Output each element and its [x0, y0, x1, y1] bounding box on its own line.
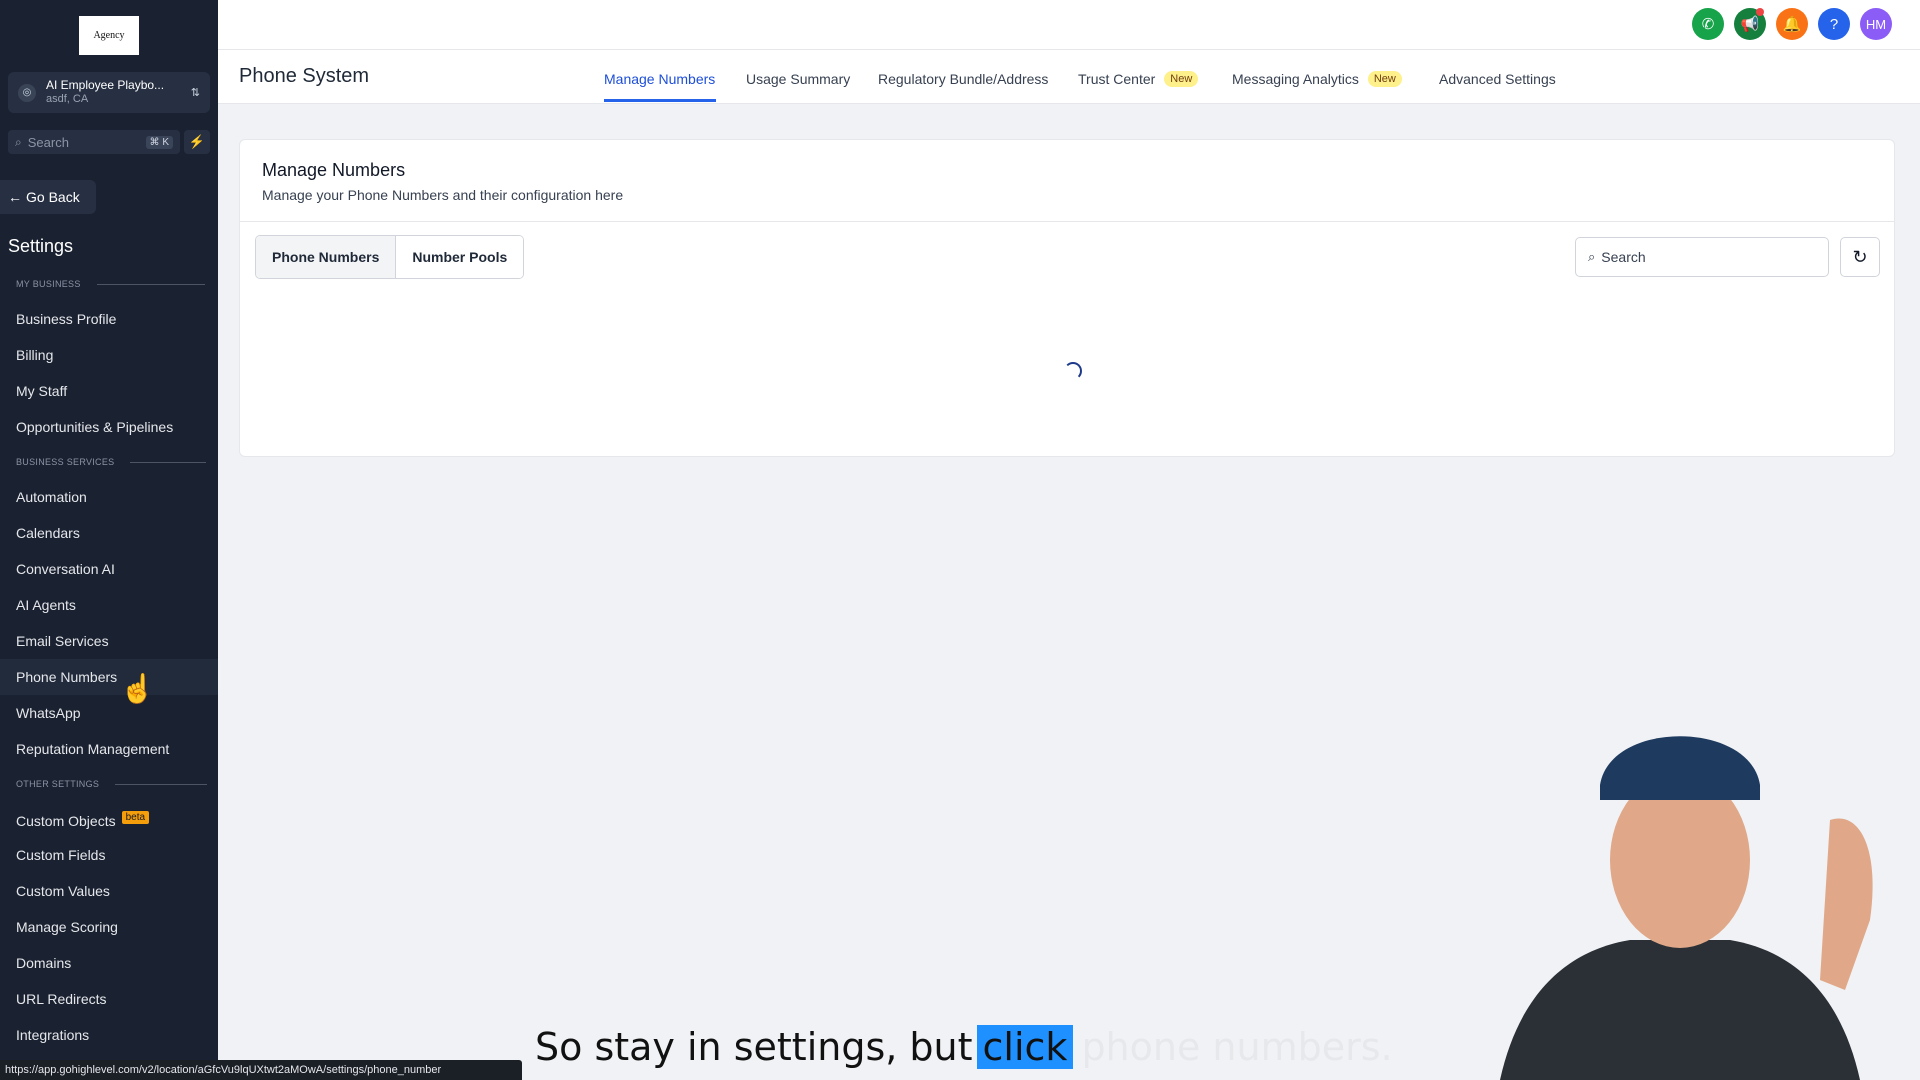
divider: [240, 221, 1894, 222]
phone-icon[interactable]: ✆: [1692, 8, 1724, 40]
sidebar-item-phone-numbers[interactable]: Phone Numbers: [16, 669, 117, 685]
settings-heading: Settings: [8, 236, 74, 256]
new-badge: New: [1164, 71, 1199, 87]
help-icon[interactable]: ?: [1818, 8, 1850, 40]
presenter-cap: [1600, 736, 1760, 800]
refresh-button[interactable]: ↻: [1840, 237, 1880, 277]
search-icon: ⌕: [1588, 249, 1596, 264]
sidebar-item-reputation[interactable]: Reputation Management: [16, 741, 169, 757]
sidebar-item-billing[interactable]: Billing: [16, 347, 53, 363]
sidebar-item-automation[interactable]: Automation: [16, 489, 87, 505]
hand-cursor-icon: ☝: [120, 673, 155, 704]
sidebar-item-url-redirects[interactable]: URL Redirects: [16, 991, 107, 1007]
refresh-icon: ↻: [1852, 246, 1868, 267]
presenter-video-overlay: [1500, 736, 1873, 1080]
account-switcher[interactable]: ◎ AI Employee Playbo... asdf, CA ⇅: [8, 72, 210, 113]
tab-trust-center[interactable]: Trust Center New: [1078, 71, 1199, 87]
new-badge: New: [1367, 71, 1402, 87]
bell-icon[interactable]: 🔔: [1776, 8, 1808, 40]
tab-label: Trust Center: [1078, 71, 1156, 87]
section-label: OTHER SETTINGS: [16, 779, 100, 789]
sidebar-item-label: Custom Objects: [16, 813, 116, 829]
sidebar-item-whatsapp[interactable]: WhatsApp: [16, 705, 81, 721]
sidebar-item-conversation-ai[interactable]: Conversation AI: [16, 561, 115, 577]
avatar[interactable]: HM: [1860, 8, 1892, 40]
presenter-hand: [1820, 818, 1873, 990]
shortcut-hint: ⌘ K: [145, 135, 173, 149]
sidebar-item-calendars[interactable]: Calendars: [16, 525, 80, 541]
sidebar-search[interactable]: ⌕ Search ⌘ K: [8, 130, 180, 154]
active-tab-indicator: [604, 99, 716, 102]
caption-text-upcoming: phone numbers.: [1081, 1025, 1393, 1069]
page-title: Phone System: [239, 65, 370, 87]
search-placeholder: Search: [1601, 249, 1646, 265]
tab-advanced-settings[interactable]: Advanced Settings: [1439, 71, 1556, 87]
sidebar-item-domains[interactable]: Domains: [16, 955, 71, 971]
megaphone-icon[interactable]: 📢: [1734, 8, 1766, 40]
sidebar-search-label: Search: [27, 134, 69, 150]
sidebar-item-custom-values[interactable]: Custom Values: [16, 883, 110, 899]
tab-manage-numbers[interactable]: Manage Numbers: [604, 71, 715, 87]
section-label: BUSINESS SERVICES: [16, 457, 115, 467]
sidebar-item-custom-fields[interactable]: Custom Fields: [16, 847, 105, 863]
sidebar-item-business-profile[interactable]: Business Profile: [16, 311, 116, 327]
sidebar-item-opportunities[interactable]: Opportunities & Pipelines: [16, 419, 173, 435]
go-back-label: Go Back: [26, 189, 80, 205]
phone-system-tabs: Phone System Manage Numbers Usage Summar…: [218, 50, 1920, 104]
location-icon: ◎: [18, 83, 36, 102]
tab-label: Messaging Analytics: [1232, 71, 1359, 87]
sidebar-item-manage-scoring[interactable]: Manage Scoring: [16, 919, 118, 935]
chevron-updown-icon: ⇅: [190, 87, 200, 99]
sidebar-item-email-services[interactable]: Email Services: [16, 633, 109, 649]
numbers-search-input[interactable]: ⌕ Search: [1575, 237, 1829, 277]
card-subtitle: Manage your Phone Numbers and their conf…: [262, 187, 624, 203]
tab-messaging-analytics[interactable]: Messaging Analytics New: [1232, 71, 1402, 87]
caption-text: So stay in settings, but: [535, 1025, 973, 1069]
manage-numbers-card: Manage Numbers Manage your Phone Numbers…: [239, 139, 1895, 457]
loading-spinner-icon: [1064, 362, 1082, 380]
sidebar-item-integrations[interactable]: Integrations: [16, 1027, 89, 1043]
divider: [115, 783, 208, 785]
section-my-business: MY BUSINESS: [16, 279, 205, 289]
presenter-hoodie: [1500, 940, 1860, 1080]
segmented-control: Phone Numbers Number Pools: [255, 235, 525, 279]
section-business-services: BUSINESS SERVICES: [16, 457, 207, 467]
card-title: Manage Numbers: [262, 160, 406, 180]
video-caption: So stay in settings, but click phone num…: [535, 1025, 1393, 1069]
settings-sidebar: Agency ◎ AI Employee Playbo... asdf, CA …: [0, 0, 218, 1080]
divider: [130, 461, 207, 463]
divider: [96, 283, 205, 285]
tab-regulatory[interactable]: Regulatory Bundle/Address: [878, 71, 1048, 87]
beta-badge: beta: [121, 811, 150, 824]
status-bar-url: https://app.gohighlevel.com/v2/location/…: [0, 1060, 522, 1080]
top-bar: ✆ 📢 🔔 ? HM: [218, 0, 1920, 50]
agency-logo[interactable]: Agency: [79, 16, 139, 55]
sidebar-item-ai-agents[interactable]: AI Agents: [16, 597, 76, 613]
section-label: MY BUSINESS: [16, 279, 81, 289]
go-back-button[interactable]: ← Go Back: [0, 180, 96, 214]
segment-number-pools[interactable]: Number Pools: [396, 236, 524, 278]
sidebar-item-my-staff[interactable]: My Staff: [16, 383, 67, 399]
sidebar-item-custom-objects[interactable]: Custom Objects beta: [16, 811, 150, 829]
caption-highlight: click: [976, 1025, 1074, 1069]
segment-phone-numbers[interactable]: Phone Numbers: [256, 236, 397, 278]
quick-action-button[interactable]: ⚡: [184, 130, 210, 154]
arrow-left-icon: ←: [8, 189, 22, 205]
account-location: asdf, CA: [46, 93, 89, 106]
tab-usage-summary[interactable]: Usage Summary: [746, 71, 850, 87]
account-name: AI Employee Playbo...: [46, 78, 165, 93]
search-icon: ⌕: [15, 134, 22, 149]
section-other-settings: OTHER SETTINGS: [16, 779, 208, 789]
bolt-icon: ⚡: [188, 134, 206, 149]
notification-dot: [1756, 8, 1764, 16]
